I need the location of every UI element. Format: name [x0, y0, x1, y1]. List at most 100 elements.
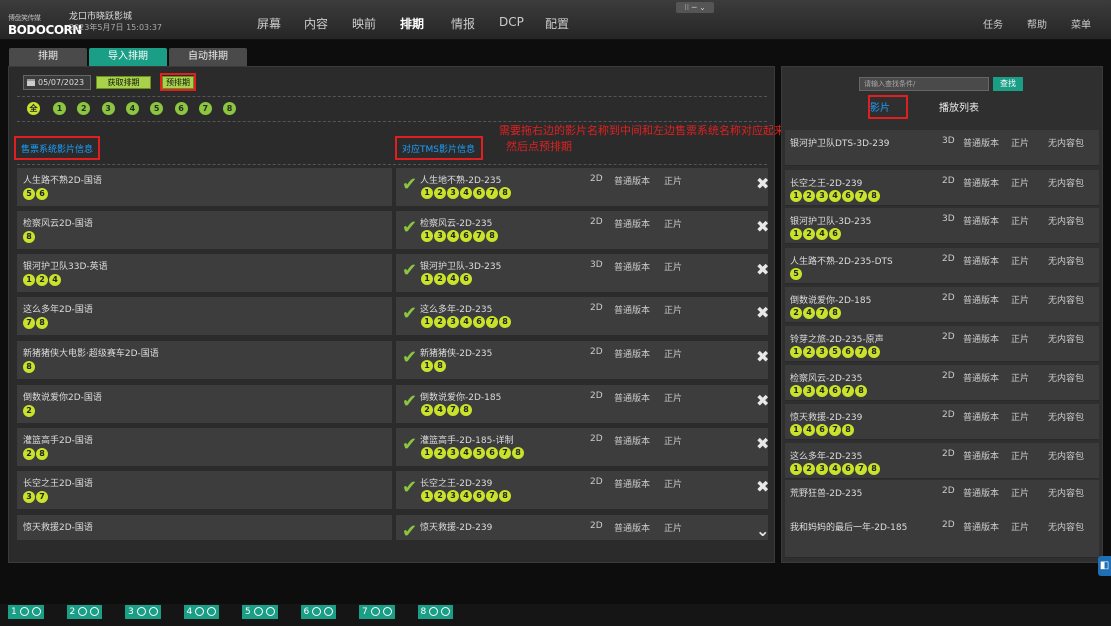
ticket-movie-row[interactable]: 人生路不熟2D-国语 5 6: [17, 168, 392, 206]
remove-icon[interactable]: ✖: [756, 174, 769, 193]
hall-button[interactable]: 6: [300, 605, 337, 619]
nav-item[interactable]: 屏幕: [257, 15, 281, 32]
tms-movie-row[interactable]: ✔ 新猪猪侠-2D-235 1 8 2D 普通版本 正片 ✖: [396, 341, 769, 379]
hall-filter-button[interactable]: 5: [150, 102, 164, 115]
hall-filter-all[interactable]: 全: [27, 102, 40, 115]
tms-movie-row[interactable]: ✔ 长空之王-2D-239 1 2 3 4 6 7 8 2D 普通版本 正片 ✖: [396, 471, 769, 509]
hall-filter-button[interactable]: 6: [174, 102, 188, 115]
library-movie-row[interactable]: 荒野狂兽-2D-235 2D 普通版本 正片 无内容包: [785, 480, 1099, 516]
remove-icon[interactable]: ✖: [756, 477, 769, 496]
search-button[interactable]: 查找: [993, 77, 1023, 91]
library-movie-row[interactable]: 人生路不熟-2D-235-DTS 5 2D 普通版本 正片 无内容包: [785, 248, 1099, 284]
library-movie-row[interactable]: 银河护卫队DTS-3D-239 3D 普通版本 正片 无内容包: [785, 130, 1099, 166]
hall-filter-button[interactable]: 8: [223, 102, 237, 115]
hall-button[interactable]: 7: [359, 605, 395, 619]
nav-item[interactable]: 内容: [304, 15, 328, 32]
version-label: 普通版本: [614, 263, 651, 273]
version-label: 普通版本: [963, 452, 1000, 462]
tab-item[interactable]: 排期: [9, 48, 87, 66]
hall-button[interactable]: 3: [125, 605, 161, 619]
hall-badges: 14678: [790, 424, 855, 436]
hall-button[interactable]: 1: [8, 605, 44, 619]
library-movie-row[interactable]: 我和妈妈的最后一年-2D-185 2D 普通版本 正片 无内容包: [785, 514, 1099, 558]
chevron-down-icon[interactable]: ⌄: [756, 521, 768, 540]
tab-item[interactable]: 自动排期: [169, 48, 247, 66]
tms-movie-row[interactable]: ✔ 惊天救援-2D-239 2D 普通版本 正片 ⌄: [396, 515, 768, 540]
library-movie-row[interactable]: 惊天救援-2D-239 1 4 6 7 8 2D 普通版本 正片 无内容包: [785, 404, 1099, 440]
ticket-movie-row[interactable]: 惊天救援2D-国语: [17, 515, 392, 540]
movie-title: 银河护卫队DTS-3D-239: [790, 139, 890, 149]
gear-icon: [265, 607, 275, 616]
hall-badges: 5: [790, 268, 803, 280]
ticket-movie-row[interactable]: 这么多年2D-国语 7 8: [17, 297, 392, 335]
hall-button[interactable]: 2: [66, 605, 103, 619]
nav-item[interactable]: DCP: [499, 15, 524, 29]
hall-badge: 1: [421, 187, 433, 199]
hall-button[interactable]: 4: [183, 605, 220, 619]
hall-filter-button[interactable]: 4: [125, 102, 139, 115]
library-movie-row[interactable]: 这么多年-2D-235 1 2 3 4 6 7 8 2D 普通版本 正片 无内容包: [785, 443, 1099, 479]
nav-item[interactable]: 情报: [451, 15, 475, 32]
nav-item[interactable]: 排期: [400, 15, 424, 32]
right-nav-item[interactable]: 菜单: [1071, 16, 1091, 31]
ticket-movie-row[interactable]: 倒数说爱你2D-国语 2: [17, 385, 392, 423]
hall-badge: 1: [421, 447, 433, 459]
library-movie-row[interactable]: 检察风云-2D-235 1 3 4 6 7 8 2D 普通版本 正片 无内容包: [785, 365, 1099, 401]
ticket-movie-row[interactable]: 灌篮高手2D-国语 2 8: [17, 428, 392, 466]
library-movie-row[interactable]: 倒数说爱你-2D-185 2 4 7 8 2D 普通版本 正片 无内容包: [785, 287, 1099, 323]
nav-item[interactable]: 配置: [545, 15, 569, 32]
hall-badge: 7: [816, 307, 828, 319]
ticket-movie-row[interactable]: 检察风云2D-国语 8: [17, 211, 392, 249]
ticket-movie-row[interactable]: 长空之王2D-国语 3 7: [17, 471, 392, 509]
hall-filter-button[interactable]: 7: [198, 102, 212, 115]
version-label: 普通版本: [963, 139, 1000, 149]
hall-filter-button[interactable]: 2: [77, 102, 91, 115]
tms-movie-row[interactable]: ✔ 灌篮高手-2D-185-详制 1 2 3 4 5 6 7 8 2D 普通版本 正片 ✖: [396, 428, 769, 466]
play-icon: [429, 607, 439, 616]
window-control[interactable]: ⁝⁝ ─ ⌄: [676, 2, 714, 13]
tms-movie-row[interactable]: ✔ 银河护卫队-3D-235 1 2 4 6 3D 普通版本 正片 ✖: [396, 254, 769, 292]
tab-playlist[interactable]: 播放列表: [939, 99, 979, 114]
type-label: 正片: [664, 220, 683, 230]
tab-item[interactable]: 导入排期: [89, 48, 167, 66]
nav-item[interactable]: 映前: [352, 15, 376, 32]
hall-badge: 7: [486, 316, 498, 328]
tms-movie-row[interactable]: ✔ 检察风云-2D-235 1 3 4 6 7 8 2D 普通版本 正片 ✖: [396, 211, 769, 249]
tms-movie-row[interactable]: ✔ 人生地不熟-2D-235 1 2 3 4 6 7 8 2D 普通版本 正片 ✖: [396, 168, 769, 206]
hall-badge: 2: [434, 316, 446, 328]
type-label: 正片: [1011, 452, 1030, 462]
right-nav-item[interactable]: 任务: [983, 16, 1003, 31]
play-icon: [370, 607, 380, 616]
tms-movie-row[interactable]: ✔ 这么多年-2D-235 1 2 3 4 6 7 8 2D 普通版本 正片 ✖: [396, 297, 769, 335]
library-movie-row[interactable]: 银河护卫队-3D-235 1 2 4 6 3D 普通版本 正片 无内容包: [785, 208, 1099, 244]
hall-badges: 2478: [790, 307, 842, 319]
movie-title: 惊天救援2D-国语: [23, 523, 93, 533]
library-movie-row[interactable]: 铃芽之旅-2D-235-原声 1 2 3 5 6 7 8 2D 普通版本 正片 无内容包: [785, 326, 1099, 362]
date-picker[interactable]: 05/07/2023: [23, 75, 91, 90]
right-nav-item[interactable]: 帮助: [1027, 16, 1047, 31]
remove-icon[interactable]: ✖: [756, 303, 769, 322]
ticket-movie-row[interactable]: 新猪猪侠大电影·超级赛车2D-国语 8: [17, 341, 392, 379]
side-panel-toggle-icon[interactable]: ◧: [1098, 556, 1111, 576]
format-label: 2D: [942, 332, 955, 342]
ticket-movie-row[interactable]: 银河护卫队33D-英语 1 2 4: [17, 254, 392, 292]
check-icon: ✔: [402, 174, 418, 195]
hall-badge: 7: [447, 404, 459, 416]
hall-filter-button[interactable]: 3: [101, 102, 115, 115]
search-input[interactable]: 请输入查找条件/: [859, 77, 989, 91]
hall-button[interactable]: 8: [417, 605, 454, 619]
fetch-schedule-button[interactable]: 获取排期: [96, 76, 151, 89]
remove-icon[interactable]: ✖: [756, 434, 769, 453]
hall-button[interactable]: 5: [242, 605, 278, 619]
hall-badges: 1234678: [421, 316, 512, 328]
check-icon: ✔: [402, 391, 418, 412]
hall-filter-button[interactable]: 1: [53, 102, 66, 115]
remove-icon[interactable]: ✖: [756, 347, 769, 366]
hall-badge: 2: [434, 490, 446, 502]
remove-icon[interactable]: ✖: [756, 260, 769, 279]
remove-icon[interactable]: ✖: [756, 391, 769, 410]
tms-movie-row[interactable]: ✔ 倒数说爱你-2D-185 2 4 7 8 2D 普通版本 正片 ✖: [396, 385, 769, 423]
type-label: 正片: [1011, 413, 1030, 423]
remove-icon[interactable]: ✖: [756, 217, 769, 236]
library-movie-row[interactable]: 长空之王-2D-239 1 2 3 4 6 7 8 2D 普通版本 正片 无内容包: [785, 170, 1099, 206]
